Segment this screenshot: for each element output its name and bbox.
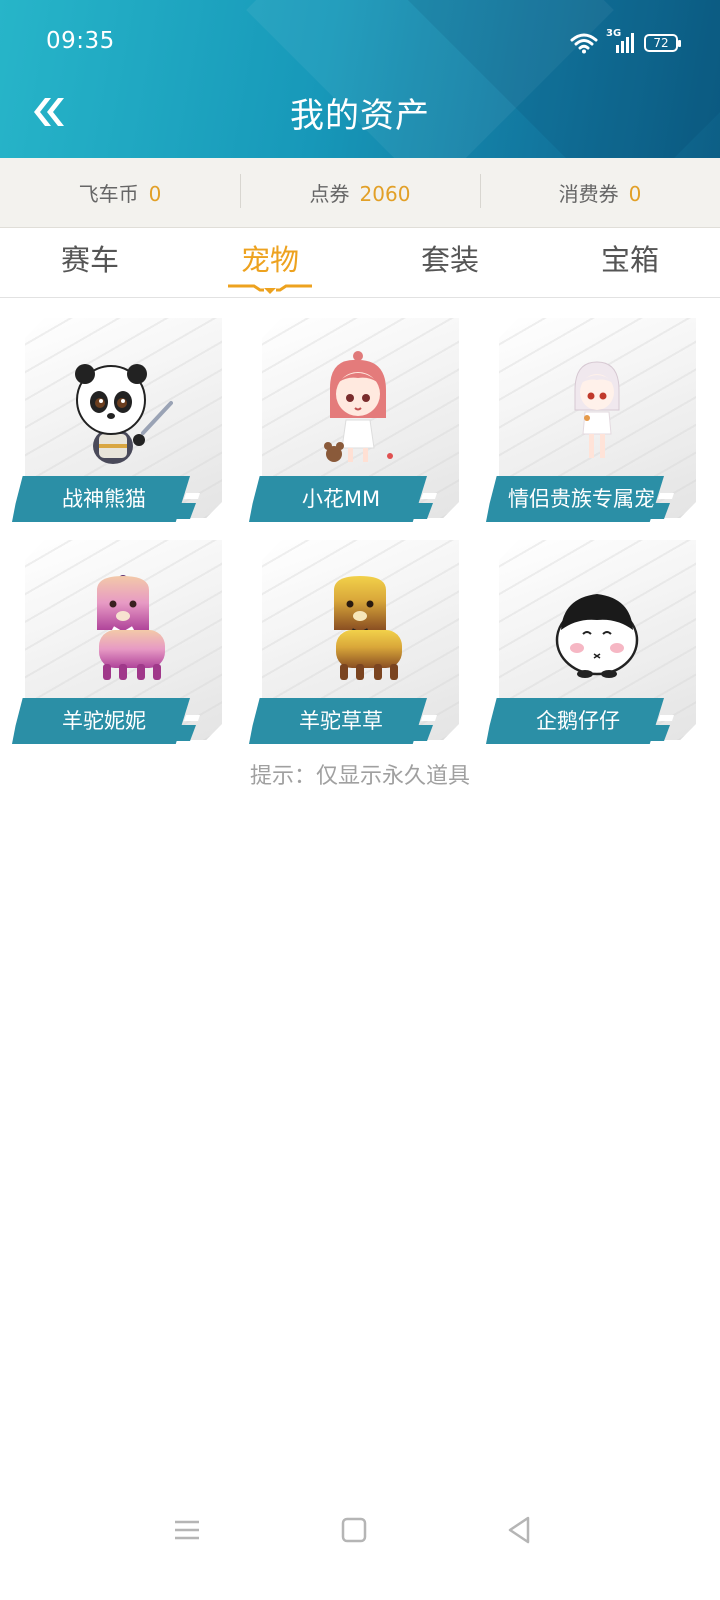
hint-text: 提示：仅显示永久道具 [249, 764, 470, 789]
status-icons: 3G 72 [570, 28, 681, 58]
currency-points: 点券 2060 [240, 174, 480, 208]
page-title: 我的资产 [290, 96, 430, 136]
tab-chests[interactable]: 宝箱 [540, 228, 720, 298]
currency-label: 消费券 [558, 182, 619, 206]
pet-name: 企鹅仔仔 [486, 698, 664, 744]
pet-grid: 战神熊猫 小花MM 情侣贵族专属宠 羊驼妮妮 羊驼草草 企鹅仔仔 [12, 318, 708, 748]
pet-card-alpaca-caocao[interactable]: 羊驼草草 [249, 540, 471, 748]
currency-bar: 飞车币 0 点券 2060 消费券 0 [0, 158, 720, 228]
pet-name: 羊驼草草 [249, 698, 427, 744]
pet-card-panda[interactable]: 战神熊猫 [12, 318, 234, 526]
alpaca-pink-icon [97, 575, 165, 680]
tab-pets-label: 宠物 [240, 242, 299, 277]
pet-card-penguin[interactable]: 企鹅仔仔 [486, 540, 708, 748]
banner-corner-icon [648, 715, 674, 741]
pet-card-xiaohua[interactable]: 小花MM [249, 318, 471, 526]
pet-name: 羊驼妮妮 [12, 698, 190, 744]
pet-name: 情侣贵族专属宠 [486, 476, 664, 522]
banner-corner-icon [174, 493, 200, 519]
alpaca-yellow-icon [334, 576, 402, 680]
currency-value: 0 [628, 182, 642, 206]
currency-voucher: 消费券 0 [480, 174, 720, 208]
battery-icon: 72 [644, 34, 681, 52]
home-icon[interactable] [338, 1514, 370, 1546]
tab-pets[interactable]: 宠物 [180, 228, 360, 298]
banner-corner-icon [411, 493, 437, 519]
currency-value: 0 [148, 182, 162, 206]
tab-outfits[interactable]: 套装 [360, 228, 540, 298]
pet-card-couple-noble[interactable]: 情侣贵族专属宠 [486, 318, 708, 526]
penguin-icon [555, 594, 639, 678]
back-icon[interactable] [504, 1514, 536, 1546]
wifi-icon [570, 33, 598, 54]
currency-label: 飞车币 [78, 182, 139, 206]
menu-icon[interactable] [171, 1514, 203, 1546]
pet-card-alpaca-nini[interactable]: 羊驼妮妮 [12, 540, 234, 748]
tab-bar: 赛车 宠物 套装 宝箱 [0, 228, 720, 298]
currency-racecoin: 飞车币 0 [0, 178, 240, 207]
girl-white-hair-icon [574, 361, 620, 458]
currency-value: 2060 [359, 182, 411, 206]
pet-name: 小花MM [249, 476, 427, 522]
banner-corner-icon [174, 715, 200, 741]
tab-indicator-icon [228, 284, 312, 294]
banner-corner-icon [648, 493, 674, 519]
signal-icon: 3G [606, 28, 636, 54]
girl-pink-hair-icon [324, 351, 393, 462]
header: 09:35 3G 72 我的资产 [0, 0, 720, 158]
status-time: 09:35 [46, 28, 115, 54]
tab-cars[interactable]: 赛车 [0, 228, 180, 298]
currency-label: 点券 [309, 182, 350, 206]
panda-warrior-icon [75, 364, 173, 464]
banner-corner-icon [411, 715, 437, 741]
battery-level: 72 [653, 36, 669, 50]
pet-name: 战神熊猫 [12, 476, 190, 522]
system-nav-bar [0, 1500, 720, 1560]
